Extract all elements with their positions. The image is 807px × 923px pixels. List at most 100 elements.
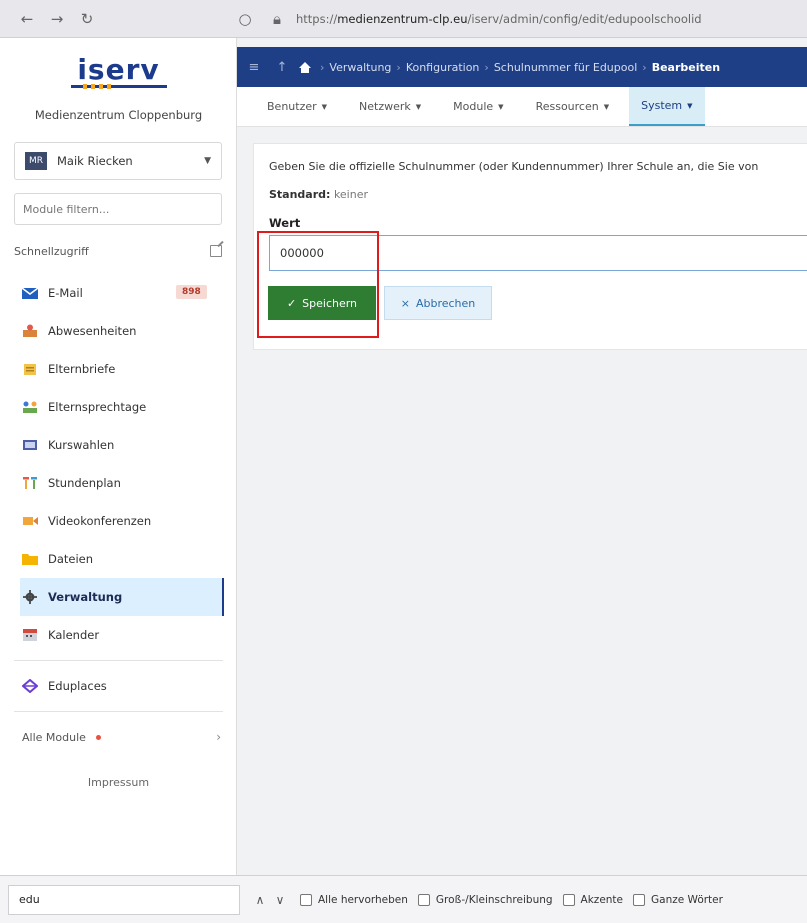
- breadcrumb-separator: ›: [396, 60, 401, 74]
- chevron-down-icon: ▼: [603, 102, 610, 111]
- logo-text: iserv: [77, 53, 160, 86]
- user-menu[interactable]: MR Maik Riecken ▼: [14, 142, 222, 180]
- chevron-down-icon: ▼: [687, 101, 693, 110]
- sidebar-item-stundenplan[interactable]: Stundenplan: [0, 464, 237, 502]
- tab-label: Ressourcen: [535, 100, 599, 113]
- tab-benutzer[interactable]: Benutzer ▼: [255, 87, 339, 126]
- video-icon: [23, 517, 38, 525]
- tab-module[interactable]: Module ▼: [441, 87, 515, 126]
- up-arrow-icon[interactable]: ↑: [271, 60, 293, 75]
- lock-icon: 🔒︎: [273, 9, 281, 28]
- accents-option[interactable]: Akzente: [562, 893, 624, 906]
- value-label: Wert: [269, 216, 301, 230]
- tab-label: Module: [453, 100, 494, 113]
- user-name: Maik Riecken: [57, 154, 133, 168]
- address-bar[interactable]: ○ 🔒︎ https://medienzentrum-clp.eu/iserv/…: [232, 6, 702, 32]
- whole-words-option[interactable]: Ganze Wörter: [633, 893, 723, 906]
- sidebar-item-label: Stundenplan: [48, 476, 121, 490]
- browser-nav: ← → ↻: [0, 6, 232, 32]
- sidebar-item-elternbriefe[interactable]: Elternbriefe: [0, 350, 237, 388]
- tab-netzwerk[interactable]: Netzwerk ▼: [347, 87, 433, 126]
- letter-icon: [24, 364, 36, 375]
- quick-access-header: Schnellzugriff: [14, 245, 222, 258]
- home-icon[interactable]: [299, 61, 311, 73]
- default-value: keiner: [333, 188, 369, 201]
- gear-icon: [23, 590, 37, 604]
- absence-icon: [23, 324, 37, 337]
- reload-icon[interactable]: ↻: [74, 6, 100, 32]
- save-button[interactable]: ✓ Speichern: [268, 286, 376, 320]
- breadcrumb-separator: ›: [484, 60, 489, 74]
- sidebar-item-email[interactable]: E-Mail 898: [0, 274, 237, 312]
- accents-checkbox[interactable]: [562, 893, 575, 906]
- next-match-icon[interactable]: ∨: [270, 893, 290, 907]
- breadcrumb-schulnummer[interactable]: Schulnummer für Edupool: [494, 61, 637, 74]
- close-icon: ×: [400, 296, 410, 310]
- match-case-checkbox[interactable]: [417, 893, 430, 906]
- avatar: MR: [25, 152, 47, 170]
- default-value-line: Standard: keiner: [269, 188, 368, 201]
- sidebar-item-label: E-Mail: [48, 286, 83, 300]
- chevron-down-icon: ▼: [498, 102, 504, 111]
- sidebar-item-abwesenheiten[interactable]: Abwesenheiten: [0, 312, 237, 350]
- forward-icon[interactable]: →: [44, 6, 70, 32]
- find-bar: ∧ ∨ Alle hervorheben Groß-/Kleinschreibu…: [0, 875, 807, 923]
- url-prefix: https://: [296, 11, 338, 26]
- tab-system[interactable]: System ▼: [629, 87, 705, 126]
- chevron-down-icon: ▼: [415, 102, 422, 111]
- tab-ressourcen[interactable]: Ressourcen ▼: [524, 87, 622, 126]
- logo-underline: [70, 84, 167, 89]
- sidebar-item-label: Abwesenheiten: [48, 324, 137, 338]
- breadcrumb-konfiguration[interactable]: Konfiguration: [406, 61, 480, 74]
- sidebar-item-kalender[interactable]: Kalender: [0, 616, 237, 654]
- find-input[interactable]: [8, 884, 240, 915]
- notification-dot: [95, 734, 101, 740]
- sidebar-item-verwaltung[interactable]: Verwaltung: [20, 578, 224, 616]
- folder-icon: [22, 554, 38, 565]
- cancel-label: Abbrechen: [415, 296, 476, 310]
- default-label: Standard:: [269, 188, 331, 201]
- sidebar-item-label: Eduplaces: [48, 679, 107, 693]
- module-menu: E-Mail 898 Abwesenheiten Elternbriefe El…: [0, 274, 237, 756]
- calendar-icon: [23, 629, 37, 641]
- breadcrumb-verwaltung[interactable]: Verwaltung: [329, 61, 391, 74]
- meeting-icon: [23, 401, 37, 413]
- impressum-link[interactable]: Impressum: [0, 776, 237, 789]
- edit-icon[interactable]: [210, 245, 222, 257]
- sidebar-item-elternsprechtage[interactable]: Elternsprechtage: [0, 388, 237, 426]
- all-modules-label: Alle Module: [22, 730, 86, 744]
- divider: [14, 660, 223, 661]
- config-form-card: Geben Sie die offizielle Schulnummer (od…: [253, 143, 807, 350]
- whole-words-checkbox[interactable]: [633, 893, 646, 906]
- option-label: Alle hervorheben: [318, 893, 408, 906]
- tab-label: Benutzer: [267, 100, 317, 113]
- menu-icon[interactable]: ≡: [237, 60, 271, 75]
- option-label: Akzente: [580, 893, 624, 906]
- value-input[interactable]: [269, 235, 807, 271]
- sidebar-item-dateien[interactable]: Dateien: [0, 540, 237, 578]
- organization-name: Medienzentrum Cloppenburg: [34, 108, 203, 122]
- match-case-option[interactable]: Groß-/Kleinschreibung: [417, 893, 553, 906]
- highlight-all-checkbox[interactable]: [300, 893, 312, 906]
- mail-icon: [22, 287, 38, 299]
- sidebar-item-label: Verwaltung: [48, 590, 123, 604]
- iserv-logo[interactable]: iserv: [0, 53, 237, 89]
- cancel-button[interactable]: × Abbrechen: [384, 286, 492, 320]
- divider: [14, 711, 223, 712]
- shield-icon: ○: [238, 9, 252, 28]
- module-filter-input[interactable]: [14, 193, 222, 225]
- all-modules-link[interactable]: Alle Module ›: [0, 718, 237, 756]
- url-text[interactable]: https://medienzentrum-clp.eu/iserv/admin…: [296, 12, 702, 26]
- tab-label: System: [641, 99, 683, 112]
- sidebar-item-eduplaces[interactable]: Eduplaces: [0, 667, 237, 705]
- url-path: /iserv/admin/config/edit/edupoolschoolid: [467, 11, 702, 26]
- breadcrumb-separator: ›: [642, 60, 647, 74]
- course-icon: [23, 440, 37, 450]
- highlight-all-option[interactable]: Alle hervorheben: [300, 893, 408, 906]
- previous-match-icon[interactable]: ∧: [250, 893, 270, 907]
- timetable-icon: [23, 477, 37, 489]
- back-icon[interactable]: ←: [14, 6, 40, 32]
- sidebar-item-videokonferenzen[interactable]: Videokonferenzen: [0, 502, 237, 540]
- check-icon: ✓: [286, 296, 297, 310]
- sidebar-item-kurswahlen[interactable]: Kurswahlen: [0, 426, 237, 464]
